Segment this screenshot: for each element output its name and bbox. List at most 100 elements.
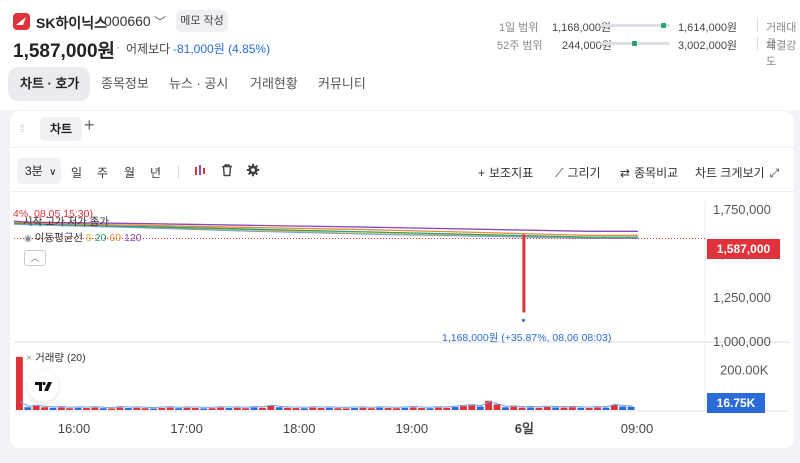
tradingview-logo[interactable] — [27, 370, 59, 402]
collapse-button[interactable]: ︿ — [24, 250, 46, 266]
ohlc-legend: 시작 고가 저가 종가 — [23, 216, 110, 228]
y-tick-label: 1,750,000 — [713, 202, 771, 217]
separator-dot: · — [116, 40, 120, 54]
volume-bar — [32, 405, 40, 410]
tab-community[interactable]: 커뮤니티 — [318, 67, 366, 101]
memo-button[interactable]: 메모 작성 — [176, 10, 228, 32]
timeframe-day[interactable]: 일 — [71, 164, 82, 181]
range-1d-marker — [661, 23, 667, 28]
volume-bar — [225, 408, 233, 410]
volume-bar — [309, 407, 317, 410]
prev-day-label: 어제보다 — [126, 42, 171, 56]
volume-bar — [359, 407, 367, 410]
volume-bar — [393, 408, 400, 410]
gear-icon[interactable] — [246, 163, 260, 180]
volume-bar — [200, 408, 208, 410]
pencil-icon: ⟋ — [555, 166, 564, 180]
current-volume-tag: 16.75K — [707, 393, 765, 413]
x-tick-label: 16:00 — [58, 421, 91, 436]
volume-bar — [568, 407, 576, 410]
volume-bar — [183, 407, 191, 410]
range-1d-label: 1일 범위 — [499, 22, 539, 34]
volume-bar — [560, 407, 568, 410]
range-1d-high: 1,614,000원 — [678, 22, 738, 34]
ma-60: 60 — [109, 232, 122, 244]
divider — [10, 147, 794, 148]
volume-bar — [476, 406, 484, 410]
volume-bar — [133, 407, 141, 410]
volume-ma-line — [19, 401, 632, 409]
volume-bar — [334, 408, 342, 410]
low-marker — [521, 318, 525, 322]
volume-bar — [300, 408, 308, 410]
drag-handle-icon[interactable]: ⁞⁞ — [20, 124, 24, 135]
range-1d-low: 1,168,000원 — [552, 22, 612, 34]
volume-bar — [217, 407, 224, 410]
volume-bar — [384, 408, 392, 410]
volume-bar — [175, 408, 183, 410]
volume-bar — [585, 408, 593, 410]
execution-strength-label: 체결강도 — [766, 40, 797, 68]
ma-20: 20 — [94, 232, 107, 244]
volume-bar — [619, 406, 627, 410]
swap-icon: ⇄ — [620, 166, 631, 180]
chart-tab[interactable]: 차트 — [40, 117, 82, 141]
volume-tick-label: 200.00K — [720, 363, 769, 378]
expand-chart-button[interactable]: 차트 크게보기 ⤢ — [695, 164, 779, 181]
volume-bar — [208, 408, 216, 410]
volume-bar — [434, 407, 442, 410]
current-price-tag: 1,587,000 — [707, 239, 780, 259]
chevron-down-icon[interactable]: ﹀ — [154, 13, 166, 30]
close-icon[interactable]: × — [26, 352, 32, 364]
volume-bar — [124, 408, 132, 410]
volume-bar — [535, 407, 543, 410]
draw-button[interactable]: ⟋ 그리기 — [555, 164, 601, 181]
tab-trading[interactable]: 거래현황 — [250, 67, 298, 101]
volume-bar — [443, 407, 451, 410]
volume-bar — [242, 408, 250, 410]
volume-bar — [527, 407, 534, 410]
timeframe-select[interactable]: 3분 ∨ — [17, 158, 61, 184]
volume-bar — [460, 406, 467, 410]
timeframe-month[interactable]: 월 — [124, 164, 135, 181]
chevron-down-icon: ∨ — [49, 167, 57, 178]
volume-bar — [41, 407, 49, 410]
volume-bar — [409, 407, 417, 410]
timeframe-week[interactable]: 주 — [97, 164, 108, 181]
low-price-annotation: 1,168,000원 (+35.87%, 08.06 08:03) — [442, 332, 612, 344]
volume-bar — [627, 406, 635, 410]
eye-icon[interactable]: ◉ — [24, 233, 32, 243]
stock-header: SK하이닉스 000660 ﹀ 메모 작성 1,587,000원 · 어제보다 … — [0, 0, 800, 110]
timeframe-year[interactable]: 년 — [150, 164, 161, 181]
volume-bar — [501, 407, 509, 410]
volume-legend: × 거래량 (20) — [26, 350, 86, 365]
volume-bar — [426, 408, 434, 410]
volume-bar — [543, 407, 551, 410]
indicator-button[interactable]: + 보조지표 — [478, 164, 533, 181]
chart-toolbar: 3분 ∨ 일 주 월 년 + 보조지표 ⟋ 그리기 ⇄ 종목비교 차트 크게보기 ⤢ — [10, 153, 794, 191]
volume-bar — [292, 408, 300, 410]
moving-average-legend: ◉ 이동평균선 5 20 60 120 — [24, 230, 142, 245]
compare-button[interactable]: ⇄ 종목비교 — [620, 164, 678, 181]
stock-name[interactable]: SK하이닉스 — [36, 13, 107, 33]
candle-type-icon[interactable] — [194, 163, 208, 180]
volume-bar — [418, 408, 426, 410]
plus-icon[interactable]: + — [84, 115, 95, 136]
stock-code[interactable]: 000660 — [104, 13, 151, 29]
tab-chart[interactable]: 차트 · 호가 — [8, 67, 90, 101]
x-tick-label: 19:00 — [396, 421, 429, 436]
tab-stock-info[interactable]: 종목정보 — [101, 67, 149, 101]
price-change: -81,000원 (4.85%) — [173, 42, 271, 56]
volume-bar — [351, 408, 359, 410]
current-price: 1,587,000원 — [13, 41, 116, 62]
tab-news[interactable]: 뉴스 · 공시 — [169, 67, 228, 101]
expand-icon: ⤢ — [769, 166, 780, 180]
volume-bar — [108, 408, 116, 410]
divider — [10, 191, 794, 192]
volume-bar — [451, 407, 459, 410]
volume-bar — [91, 407, 99, 410]
volume-label: 거래량 (20) — [35, 352, 86, 364]
volume-bar — [552, 407, 560, 410]
trash-icon[interactable] — [220, 163, 234, 180]
volume-bar — [284, 407, 291, 410]
